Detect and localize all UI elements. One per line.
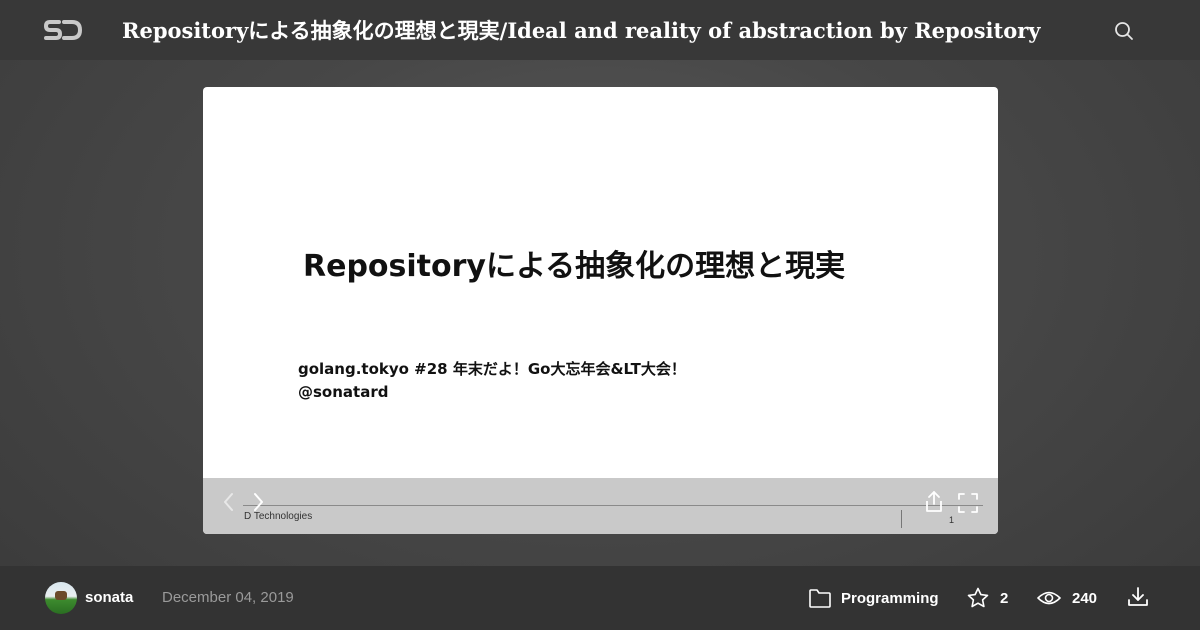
top-bar: Repositoryによる抽象化の理想と現実/Ideal and reality… bbox=[0, 0, 1200, 60]
fullscreen-icon bbox=[958, 493, 978, 513]
share-button[interactable] bbox=[923, 489, 945, 515]
star-count: 2 bbox=[1000, 589, 1009, 607]
folder-icon bbox=[809, 589, 831, 608]
site-logo[interactable] bbox=[43, 18, 83, 42]
slide-heading: Repositoryによる抽象化の理想と現実 bbox=[303, 249, 846, 284]
next-slide-button[interactable] bbox=[250, 490, 266, 514]
views-stat: 240 bbox=[1036, 583, 1097, 613]
avatar[interactable] bbox=[45, 582, 77, 614]
share-icon bbox=[926, 491, 942, 512]
prev-slide-button[interactable] bbox=[221, 490, 237, 514]
eye-icon bbox=[1037, 591, 1061, 605]
logo-icon bbox=[43, 20, 83, 40]
star-button[interactable]: 2 bbox=[966, 583, 1008, 613]
slide-footer-rule bbox=[243, 505, 983, 506]
bottom-bar: sonata December 04, 2019 Programming 2 2… bbox=[0, 566, 1200, 630]
search-icon bbox=[1115, 22, 1133, 40]
category-label: Programming bbox=[841, 589, 939, 607]
slide-page-number: 1 bbox=[949, 515, 955, 525]
search-button[interactable] bbox=[1113, 20, 1135, 42]
deck-title[interactable]: Repositoryによる抽象化の理想と現実/Ideal and reality… bbox=[122, 16, 1072, 46]
author-name[interactable]: sonata bbox=[85, 587, 133, 609]
category-link[interactable]: Programming bbox=[808, 583, 939, 613]
publish-date: December 04, 2019 bbox=[162, 589, 294, 606]
slide-event-name: golang.tokyo #28 年末だよ！Go大忘年会&LT大会！ bbox=[298, 360, 686, 378]
star-icon bbox=[967, 587, 989, 608]
chevron-left-icon bbox=[224, 493, 233, 511]
slide-footer-divider bbox=[901, 510, 902, 528]
chevron-right-icon bbox=[254, 493, 263, 511]
slide-author-handle: @sonatard bbox=[298, 383, 389, 401]
slide-viewer[interactable]: Repositoryによる抽象化の理想と現実 golang.tokyo #28 … bbox=[203, 87, 998, 534]
slide-controls: D Technologies 1 bbox=[203, 478, 998, 534]
download-button[interactable] bbox=[1126, 585, 1150, 609]
fullscreen-button[interactable] bbox=[957, 492, 979, 514]
view-count: 240 bbox=[1072, 589, 1098, 607]
download-icon bbox=[1128, 587, 1148, 606]
